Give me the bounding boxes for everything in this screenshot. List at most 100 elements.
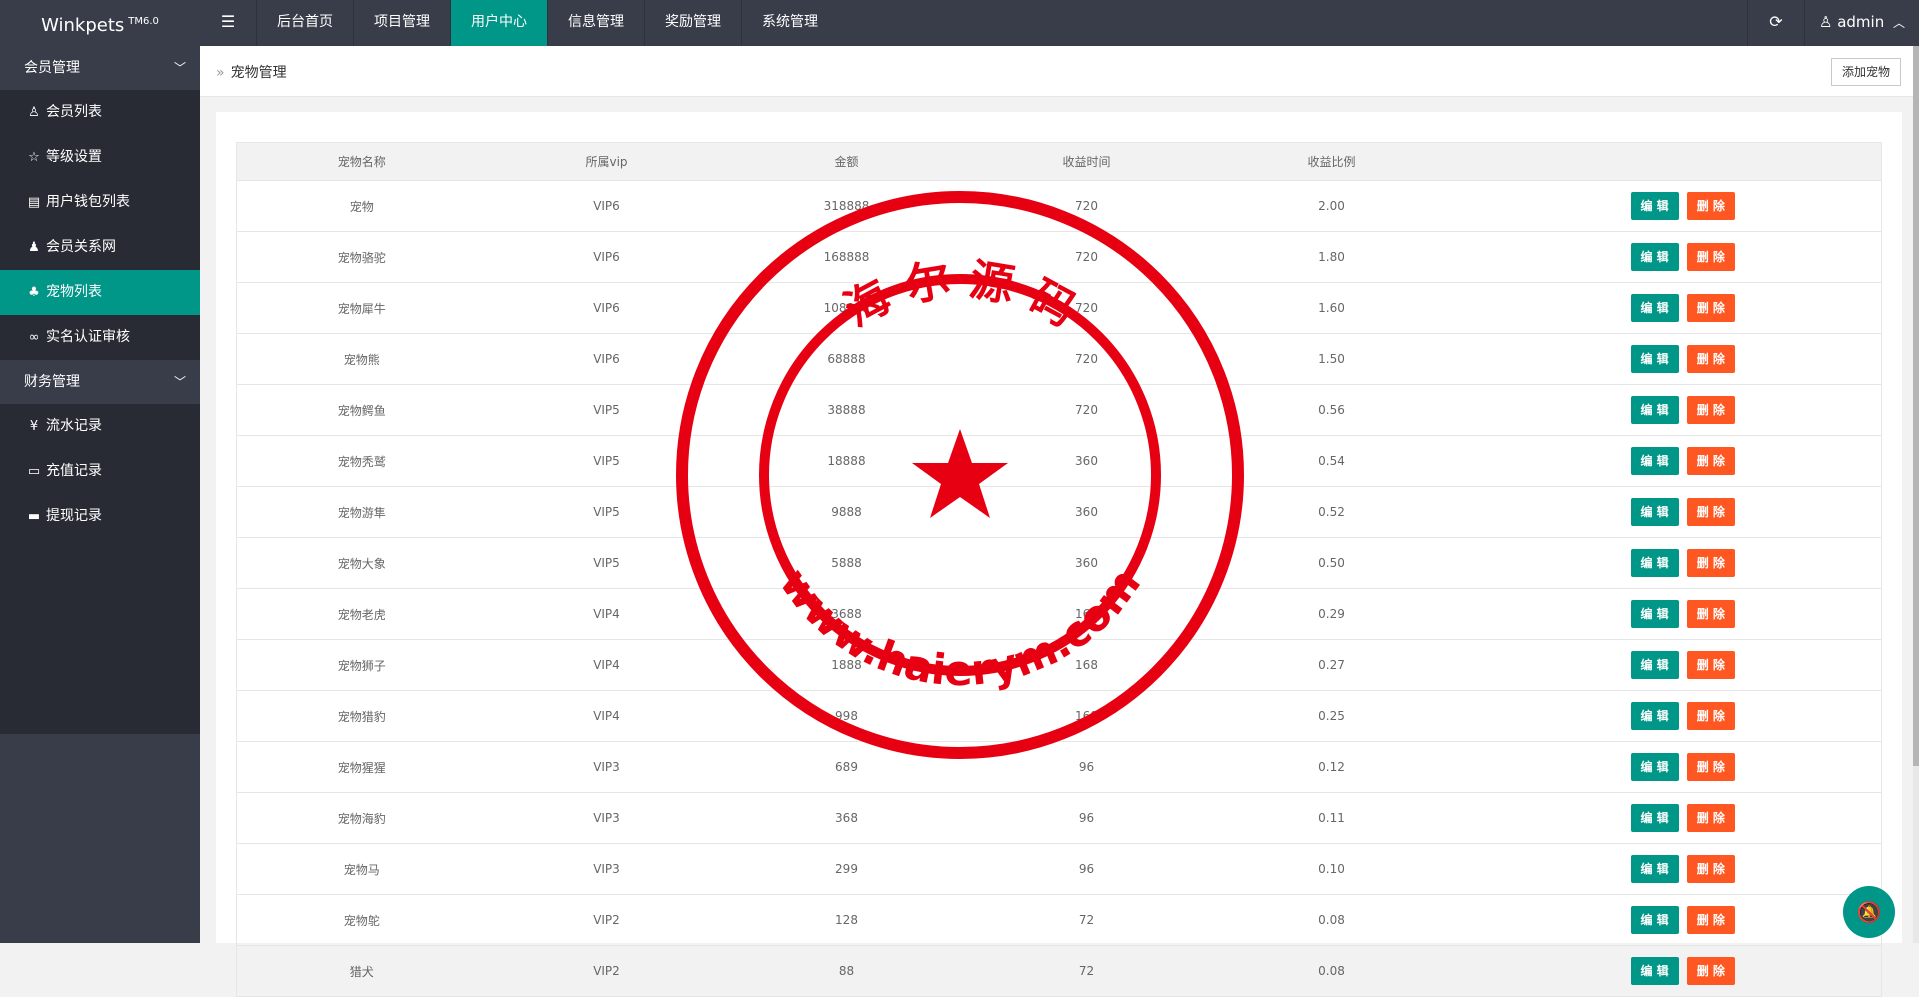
sidebar-item-wallet-list[interactable]: ▤ 用户钱包列表 <box>0 180 200 225</box>
delete-button[interactable]: 删 除 <box>1686 855 1735 883</box>
cell-name: 宠物猎豹 <box>236 690 487 742</box>
sidebar-item-transactions[interactable]: ¥ 流水记录 <box>0 404 200 449</box>
edit-button[interactable]: 编 辑 <box>1630 957 1679 985</box>
sidebar-item-level-settings[interactable]: ☆ 等级设置 <box>0 135 200 180</box>
floating-action-button[interactable]: 🔕 <box>1843 886 1895 938</box>
edit-button[interactable]: 编 辑 <box>1630 396 1679 424</box>
column-header-period: 收益时间 <box>966 142 1207 181</box>
delete-button[interactable]: 删 除 <box>1686 192 1735 220</box>
nav-user-center[interactable]: 用户中心 <box>450 0 547 46</box>
cell-period: 720 <box>966 384 1207 436</box>
nav-system[interactable]: 系统管理 <box>741 0 838 46</box>
cell-vip: VIP3 <box>486 792 727 844</box>
nav-info[interactable]: 信息管理 <box>547 0 644 46</box>
edit-button[interactable]: 编 辑 <box>1630 804 1679 832</box>
cell-actions: 编 辑删 除 <box>1456 282 1882 334</box>
column-header-ratio: 收益比例 <box>1206 142 1457 181</box>
cell-ratio: 1.50 <box>1206 333 1457 385</box>
sidebar-item-label: 充值记录 <box>46 463 102 479</box>
cell-ratio: 0.29 <box>1206 588 1457 640</box>
delete-button[interactable]: 删 除 <box>1686 243 1735 271</box>
cell-name: 宠物 <box>236 180 487 232</box>
cell-name: 宠物老虎 <box>236 588 487 640</box>
cell-amount: 368 <box>726 792 967 844</box>
cell-amount: 998 <box>726 690 967 742</box>
cell-actions: 编 辑删 除 <box>1456 792 1882 844</box>
edit-button[interactable]: 编 辑 <box>1630 294 1679 322</box>
yen-icon: ¥ <box>29 419 39 434</box>
table-row: 宠物犀牛 VIP6 108888 720 1.60 编 辑删 除 <box>236 282 1882 334</box>
edit-button[interactable]: 编 辑 <box>1630 855 1679 883</box>
scrollbar-thumb[interactable] <box>1913 46 1919 766</box>
nav-rewards[interactable]: 奖励管理 <box>644 0 741 46</box>
cell-period: 96 <box>966 741 1207 793</box>
table-row: 宠物秃鹫 VIP5 18888 360 0.54 编 辑删 除 <box>236 435 1882 487</box>
edit-button[interactable]: 编 辑 <box>1630 600 1679 628</box>
user-icon: ♙ <box>28 105 40 120</box>
cell-ratio: 0.25 <box>1206 690 1457 742</box>
sidebar-group-members[interactable]: 会员管理 ﹀ <box>0 46 200 90</box>
edit-button[interactable]: 编 辑 <box>1630 549 1679 577</box>
bell-off-icon: 🔕 <box>1856 900 1882 924</box>
sidebar-item-pet-list[interactable]: ♣ 宠物列表 <box>0 270 200 315</box>
delete-button[interactable]: 删 除 <box>1686 906 1735 934</box>
top-right-tools: ⟳ ♙ admin ︿ <box>1746 0 1919 46</box>
menu-toggle-button[interactable]: ☰ <box>200 0 256 46</box>
delete-button[interactable]: 删 除 <box>1686 396 1735 424</box>
delete-button[interactable]: 删 除 <box>1686 498 1735 526</box>
nav-projects[interactable]: 项目管理 <box>353 0 450 46</box>
delete-button[interactable]: 删 除 <box>1686 957 1735 985</box>
cell-period: 168 <box>966 639 1207 691</box>
cell-vip: VIP5 <box>486 537 727 589</box>
sidebar-submenu-finance: ¥ 流水记录 ▭ 充值记录 ▬ 提现记录 <box>0 404 200 734</box>
user-menu[interactable]: ♙ admin ︿ <box>1803 0 1919 46</box>
delete-button[interactable]: 删 除 <box>1686 549 1735 577</box>
delete-button[interactable]: 删 除 <box>1686 804 1735 832</box>
column-header-vip: 所属vip <box>486 142 727 181</box>
edit-button[interactable]: 编 辑 <box>1630 702 1679 730</box>
table-row: 宠物大象 VIP5 5888 360 0.50 编 辑删 除 <box>236 537 1882 589</box>
sidebar-item-member-network[interactable]: ♟ 会员关系网 <box>0 225 200 270</box>
sidebar-item-withdraw[interactable]: ▬ 提现记录 <box>0 494 200 539</box>
sidebar-item-member-list[interactable]: ♙ 会员列表 <box>0 90 200 135</box>
delete-button[interactable]: 删 除 <box>1686 651 1735 679</box>
edit-button[interactable]: 编 辑 <box>1630 243 1679 271</box>
scrollbar[interactable] <box>1913 46 1919 943</box>
delete-button[interactable]: 删 除 <box>1686 294 1735 322</box>
cell-amount: 3688 <box>726 588 967 640</box>
delete-button[interactable]: 删 除 <box>1686 600 1735 628</box>
sidebar-item-label: 实名认证审核 <box>46 329 130 345</box>
sidebar-item-label: 流水记录 <box>46 418 102 434</box>
sidebar-group-finance[interactable]: 财务管理 ﹀ <box>0 360 200 404</box>
cell-vip: VIP2 <box>486 945 727 997</box>
sidebar-item-realname-review[interactable]: ∞ 实名认证审核 <box>0 315 200 360</box>
edit-button[interactable]: 编 辑 <box>1630 753 1679 781</box>
edit-button[interactable]: 编 辑 <box>1630 906 1679 934</box>
delete-button[interactable]: 删 除 <box>1686 702 1735 730</box>
edit-button[interactable]: 编 辑 <box>1630 651 1679 679</box>
delete-button[interactable]: 删 除 <box>1686 753 1735 781</box>
edit-button[interactable]: 编 辑 <box>1630 498 1679 526</box>
cell-name: 宠物游隼 <box>236 486 487 538</box>
refresh-button[interactable]: ⟳ <box>1746 0 1804 46</box>
table-row: 宠物海豹 VIP3 368 96 0.11 编 辑删 除 <box>236 792 1882 844</box>
edit-button[interactable]: 编 辑 <box>1630 192 1679 220</box>
star-icon: ☆ <box>28 150 40 165</box>
delete-button[interactable]: 删 除 <box>1686 447 1735 475</box>
table-row: 宠物熊 VIP6 68888 720 1.50 编 辑删 除 <box>236 333 1882 385</box>
cell-name: 猎犬 <box>236 945 487 997</box>
cell-name: 宠物骆驼 <box>236 231 487 283</box>
logo[interactable]: Winkpets TM6.0 <box>0 0 200 46</box>
cell-period: 720 <box>966 180 1207 232</box>
add-pet-button[interactable]: 添加宠物 <box>1830 58 1901 86</box>
logo-version: TM6.0 <box>128 16 159 27</box>
cell-ratio: 0.11 <box>1206 792 1457 844</box>
nav-home[interactable]: 后台首页 <box>256 0 353 46</box>
delete-button[interactable]: 删 除 <box>1686 345 1735 373</box>
breadcrumb-current: 宠物管理 <box>230 65 287 81</box>
cell-actions: 编 辑删 除 <box>1456 537 1882 589</box>
sidebar-item-recharge[interactable]: ▭ 充值记录 <box>0 449 200 494</box>
edit-button[interactable]: 编 辑 <box>1630 345 1679 373</box>
cell-amount: 5888 <box>726 537 967 589</box>
edit-button[interactable]: 编 辑 <box>1630 447 1679 475</box>
